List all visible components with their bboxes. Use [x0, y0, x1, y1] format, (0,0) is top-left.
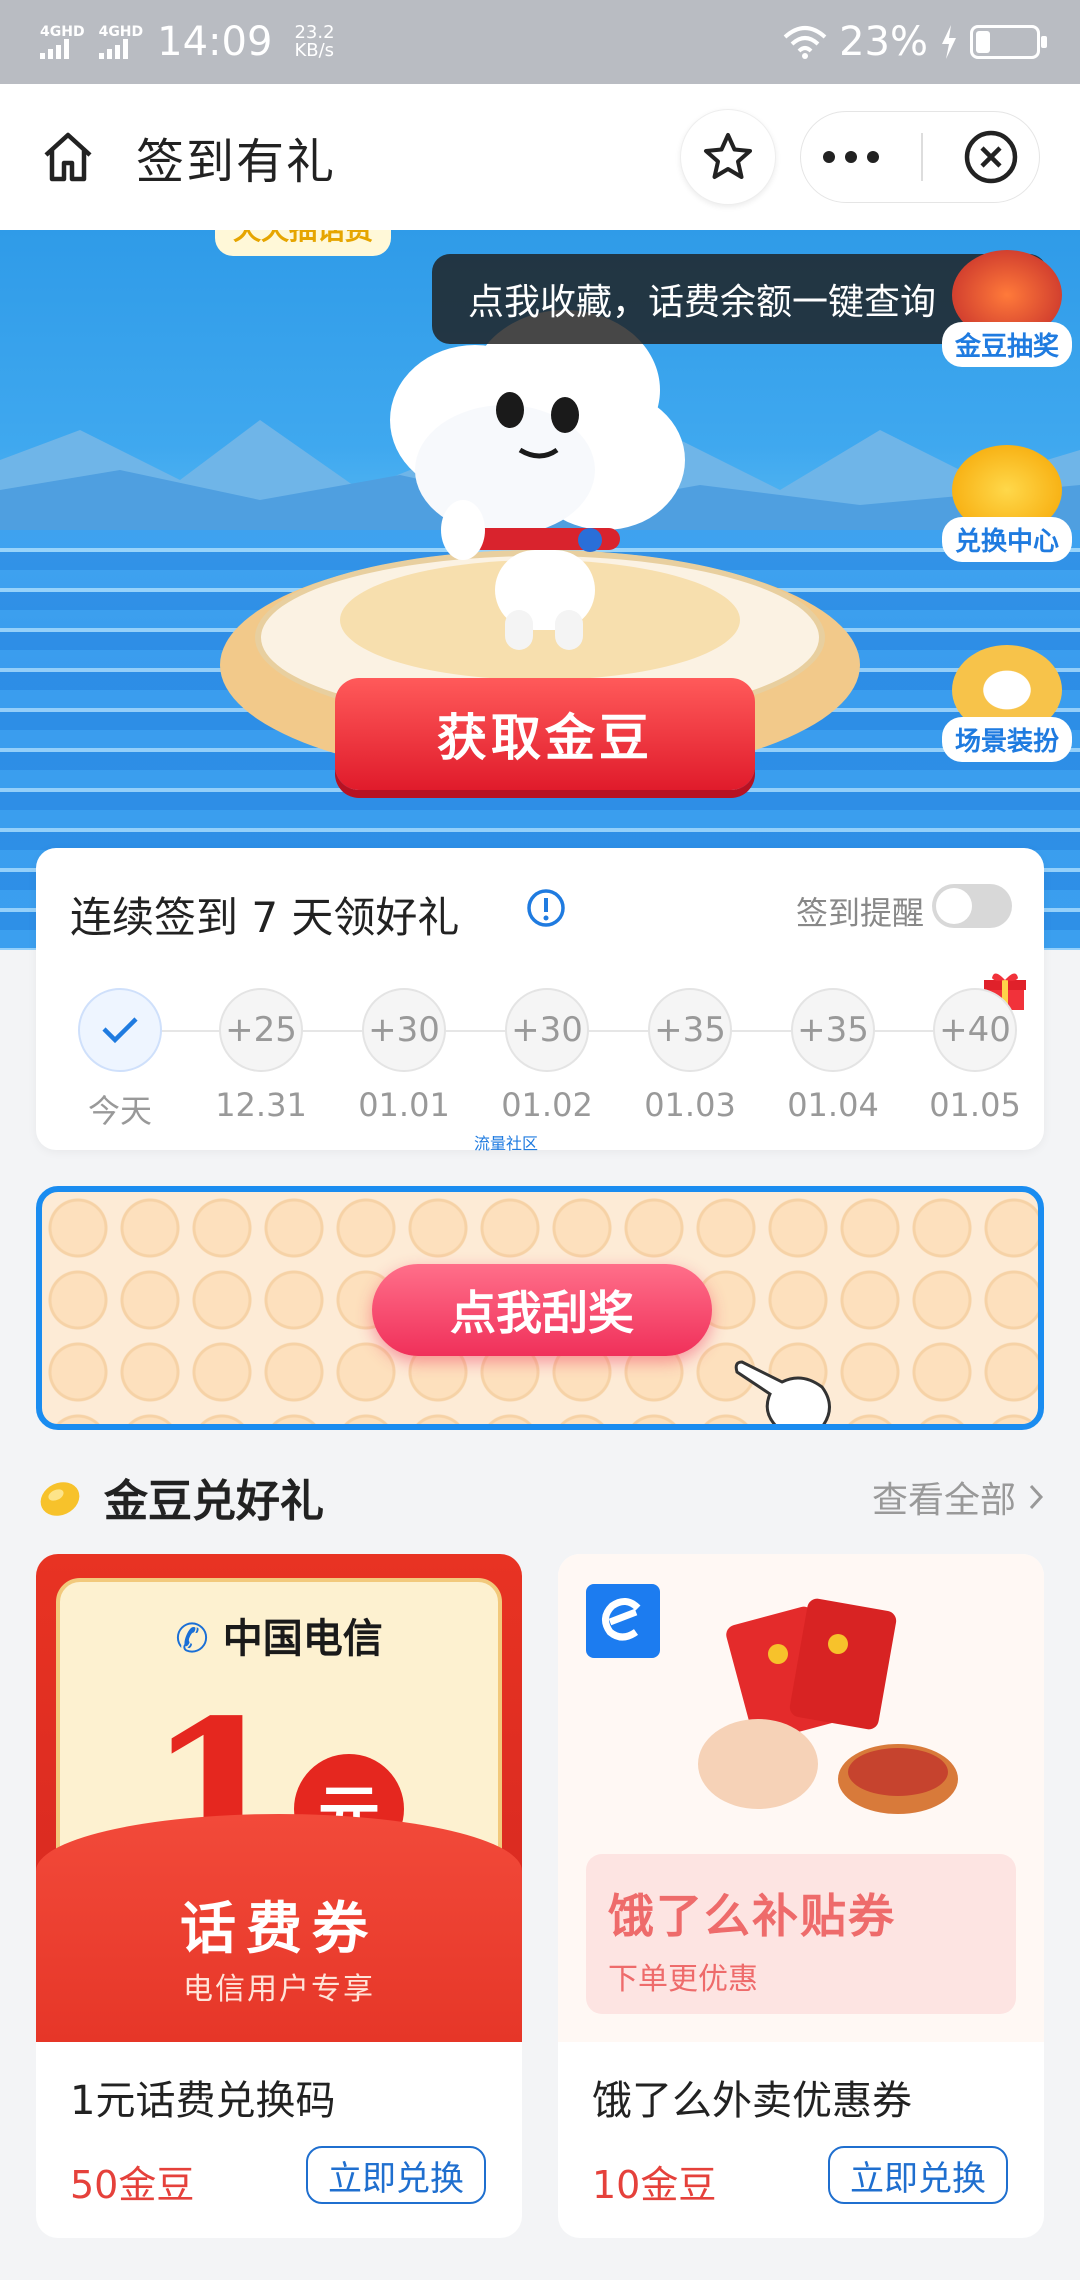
- clock: 14:09: [157, 19, 273, 65]
- product-price: 10金豆: [592, 2163, 717, 2207]
- tooltip-text: 点我收藏，话费余额一键查询: [468, 282, 937, 323]
- day-date: 今天: [87, 1092, 152, 1130]
- checkin-day: +30 01.02: [497, 988, 597, 1124]
- product-price: 50金豆: [70, 2163, 195, 2207]
- side-entry-lottery[interactable]: 金豆抽奖: [942, 250, 1072, 367]
- day-reward: +30: [505, 988, 589, 1072]
- product-name: 1元话费兑换码: [70, 2078, 336, 2124]
- status-bar: 4GHD 4GHD 14:09 23.2 KB/s 23%: [0, 0, 1080, 84]
- day-reward: +40: [933, 988, 1017, 1072]
- network-label-1: 4GHD: [40, 24, 85, 40]
- day-circle: [78, 988, 162, 1072]
- remind-label: 签到提醒: [795, 894, 924, 932]
- day-date: 01.03: [644, 1086, 736, 1124]
- product-image: ✆ 中国电信 1 元 话费券 电信用户专享: [36, 1554, 522, 2042]
- brand-name: 中国电信: [222, 1616, 383, 1662]
- battery-icon: [970, 25, 1047, 59]
- day-date: 12.31: [215, 1086, 307, 1124]
- home-icon[interactable]: [40, 129, 96, 185]
- signal-icon: 4GHD: [98, 24, 144, 59]
- net-speed: 23.2 KB/s: [294, 24, 334, 60]
- scratch-card[interactable]: 点我刮奖: [36, 1186, 1044, 1430]
- wifi-icon: [783, 26, 827, 59]
- nav-bar: 签到有礼: [0, 84, 1080, 230]
- checkin-day: +30 01.01: [354, 988, 454, 1124]
- section-title: 金豆兑好礼: [104, 1476, 324, 1527]
- side-entry-label: 场景装扮: [942, 717, 1072, 762]
- red-envelope-hand-icon: [698, 1598, 958, 1814]
- day-date: 01.04: [787, 1086, 879, 1124]
- coupon-sub: 下单更优惠: [608, 1962, 758, 1997]
- checkin-title: 连续签到 7 天领好礼: [70, 893, 460, 942]
- day-reward: +35: [791, 988, 875, 1072]
- promo-bubble[interactable]: 天天抽话费: [215, 230, 392, 256]
- day-reward: +35: [648, 988, 732, 1072]
- product-name: 饿了么外卖优惠券: [592, 2078, 912, 2124]
- hero-banner: 天天抽话费 获取金豆 点我收藏，话费余额一键查询 金豆抽奖 兑换中心 场景装扮: [0, 230, 1080, 950]
- day-reward: +25: [219, 988, 303, 1072]
- day-date: 01.02: [501, 1086, 593, 1124]
- favorite-button[interactable]: [680, 109, 776, 205]
- side-entry-exchange[interactable]: 兑换中心: [942, 445, 1072, 562]
- cloud-mascot-icon: [390, 310, 685, 650]
- close-circle-icon[interactable]: [963, 129, 1019, 185]
- voucher-label: 话费券: [180, 1897, 378, 1962]
- side-entry-label: 兑换中心: [942, 517, 1072, 562]
- watermark: 流量社区: [474, 1134, 539, 1153]
- more-icon[interactable]: [821, 149, 881, 165]
- side-entry-scene[interactable]: 场景装扮: [942, 645, 1072, 762]
- mini-program-capsule: [800, 111, 1040, 203]
- redeem-button[interactable]: 立即兑换: [306, 2146, 486, 2204]
- day-reward: +30: [362, 988, 446, 1072]
- product-card[interactable]: ✆ 中国电信 1 元 话费券 电信用户专享 1元话费兑换码 50金豆 立即兑换: [36, 1554, 522, 2238]
- voucher-sub: 电信用户专享: [183, 1972, 375, 2007]
- telecom-logo-icon: ✆: [175, 1616, 209, 1662]
- view-all-label: 查看全部: [871, 1480, 1016, 1521]
- checkin-card: 连续签到 7 天领好礼 签到提醒 今天 +25 12.31 +30 01.01 …: [36, 848, 1044, 1150]
- checkin-day: +25 12.31: [211, 988, 311, 1124]
- checkin-day: +35 01.04: [783, 988, 883, 1124]
- day-date: 01.01: [358, 1086, 450, 1124]
- star-icon: [704, 133, 752, 179]
- eleme-logo-icon: [586, 1584, 660, 1658]
- net-speed-unit: KB/s: [294, 40, 335, 61]
- redeem-button[interactable]: 立即兑换: [828, 2146, 1008, 2204]
- checkin-day: 今天: [70, 988, 170, 1132]
- side-entry-label: 金豆抽奖: [942, 322, 1072, 367]
- chevron-right-icon: [1029, 1484, 1044, 1510]
- network-label-2: 4GHD: [98, 24, 144, 40]
- day-date: 01.05: [929, 1086, 1021, 1124]
- gold-bean-icon: [40, 1482, 80, 1516]
- remind-toggle[interactable]: [932, 884, 1012, 928]
- info-icon[interactable]: [526, 888, 566, 928]
- view-all-link[interactable]: 查看全部: [872, 1471, 1044, 1523]
- battery-percent: 23%: [839, 19, 928, 65]
- section-header: 金豆兑好礼 查看全部: [36, 1462, 1044, 1532]
- get-beans-button[interactable]: 获取金豆: [335, 678, 755, 790]
- product-image: 饿了么补贴券 下单更优惠: [558, 1554, 1044, 2042]
- scratch-button[interactable]: 点我刮奖: [372, 1264, 712, 1356]
- charging-icon: [942, 25, 956, 59]
- product-card[interactable]: 饿了么补贴券 下单更优惠 饿了么外卖优惠券 10金豆 立即兑换: [558, 1554, 1044, 2238]
- coupon-title: 饿了么补贴券: [608, 1889, 896, 1943]
- brand-label: ✆ 中国电信: [36, 1606, 522, 1664]
- signal-icon: 4GHD: [40, 25, 85, 59]
- checkin-day: +40 01.05: [925, 988, 1025, 1124]
- pointing-hand-icon: [734, 1360, 831, 1424]
- check-icon: [102, 1017, 138, 1044]
- checkin-day: +35 01.03: [640, 988, 740, 1124]
- page-title: 签到有礼: [136, 134, 337, 190]
